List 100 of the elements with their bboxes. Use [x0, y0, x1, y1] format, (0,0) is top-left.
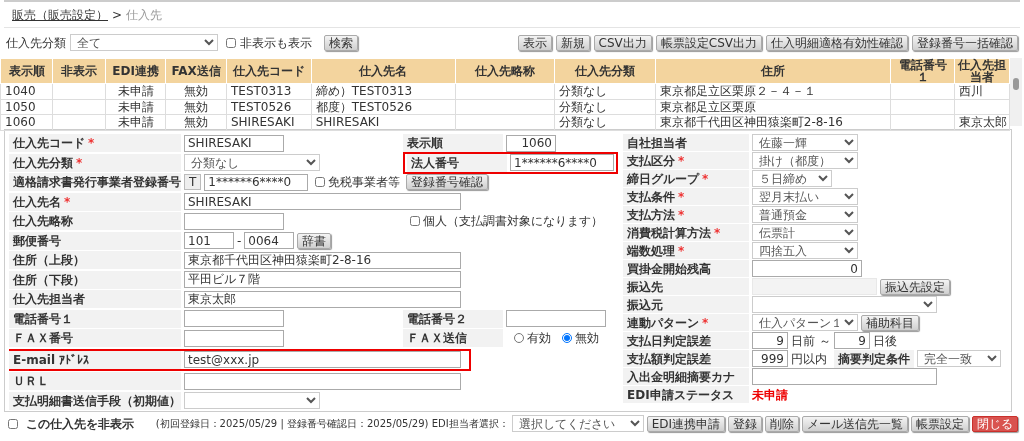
breadcrumb-current: 仕入先 [126, 8, 163, 22]
field-label: 端数処理 * [623, 242, 749, 260]
field-label: 支払明細書送信手段（初期値） [9, 391, 181, 410]
text-field[interactable]: test@xxx.jp [184, 351, 461, 369]
checkbox[interactable] [315, 177, 326, 188]
close-button[interactable]: 閉じる [972, 415, 1018, 432]
field-label: ＦＡＸ番号 [9, 329, 181, 348]
text-field[interactable]: 999 [752, 350, 788, 368]
checkbox[interactable] [410, 216, 420, 227]
toolbar-button[interactable]: 帳票設定CSV出力 [655, 34, 762, 51]
text-field[interactable]: 0 [752, 260, 862, 278]
field-label: 表示順 [403, 134, 503, 153]
column-header[interactable]: 仕入先略称 [455, 58, 555, 84]
column-header[interactable]: 仕入先分類 [554, 58, 656, 84]
text-field[interactable]: 東京都千代田区神田猿楽町2-8-16 [184, 251, 461, 269]
button[interactable]: 振込先設定 [880, 278, 950, 295]
field-label: 支払日判定誤差 [623, 332, 749, 350]
table-cell: 無効 [165, 83, 227, 100]
toolbar-button[interactable]: CSV出力 [593, 34, 652, 51]
scrollbar[interactable] [1010, 58, 1022, 127]
column-header[interactable]: FAX送信 [165, 58, 227, 84]
checkbox[interactable] [8, 418, 18, 429]
dropdown[interactable] [184, 392, 320, 410]
toolbar-button[interactable]: 仕入明細適格有効性確認 [766, 34, 908, 51]
table-cell: 東京都足立区栗原 [655, 99, 891, 115]
field-label: 仕入先分類 * [9, 153, 181, 172]
text-field[interactable] [184, 372, 461, 390]
field-label: 支払額判定誤差 [623, 350, 749, 368]
column-header[interactable]: 仕入先コード [226, 58, 312, 84]
radio-button[interactable] [514, 333, 524, 344]
field-label: EDI申請ステータス [623, 386, 749, 404]
text-field[interactable]: 1******6****0 [204, 173, 309, 191]
button[interactable]: 登録番号確認 [406, 174, 488, 191]
column-header[interactable]: 仕入先名 [311, 58, 456, 84]
field-label: 連動パターン * [623, 314, 749, 332]
button[interactable]: 登録 [728, 415, 762, 432]
dropdown[interactable]: 普通預金 [752, 206, 858, 224]
filter-label: 仕入先分類 [6, 35, 66, 51]
dropdown[interactable]: 選択してください [511, 415, 644, 433]
toolbar-button[interactable]: 登録番号一括確認 [912, 34, 1018, 51]
text-field[interactable]: 0064 [244, 232, 295, 250]
button[interactable]: 帳票設定 [911, 415, 969, 432]
dropdown[interactable]: 翌月末払い [752, 188, 858, 206]
column-header[interactable]: EDI連携 [105, 58, 166, 84]
text-field[interactable]: 9 [833, 332, 870, 350]
table-cell: 分類なし [554, 99, 656, 115]
dropdown[interactable]: ５日締め [752, 170, 832, 188]
text-field[interactable] [184, 310, 284, 328]
filter-dropdown[interactable]: 全て [70, 34, 218, 52]
table-cell: 東京太郎 [954, 114, 1010, 131]
field-label: 仕入先名 * [9, 192, 181, 211]
column-header[interactable]: 住所 [655, 58, 891, 84]
text-field[interactable] [752, 368, 937, 386]
text-field[interactable]: 9 [752, 332, 788, 350]
table-cell: 無効 [165, 114, 227, 131]
text-field[interactable] [506, 310, 606, 328]
table-cell: TEST0526 [226, 99, 312, 115]
dropdown[interactable]: 伝票計 [752, 224, 858, 242]
column-header[interactable]: 非表示 [52, 58, 106, 84]
radio-button[interactable] [562, 333, 572, 344]
text-field[interactable]: 平田ビル７階 [184, 271, 461, 289]
breadcrumb-link[interactable]: 販売（販売設定） [12, 8, 108, 22]
checkbox[interactable] [226, 37, 236, 48]
field-label: 支払条件 * [623, 188, 749, 206]
button[interactable]: 辞書 [297, 232, 332, 249]
field-label: 適格請求書発行事業者登録番号 [9, 173, 181, 192]
column-header[interactable]: 表示順 [0, 58, 53, 84]
text-field[interactable] [184, 212, 284, 230]
dropdown[interactable]: 四捨五入 [752, 242, 858, 260]
table-cell: 東京都足立区栗原２－４－１ [655, 83, 891, 100]
field-label: 郵便番号 [9, 231, 181, 250]
column-header[interactable]: 仕入先担当者 [954, 58, 1010, 84]
dropdown[interactable]: 完全一致 [917, 350, 1001, 368]
dropdown[interactable] [752, 296, 937, 314]
button[interactable]: 補助科目 [861, 314, 919, 331]
button[interactable]: メール送信先一覧 [802, 415, 908, 432]
column-header[interactable]: 電話番号１ [890, 58, 955, 84]
field-label: 電話番号２ [403, 309, 503, 328]
search-button[interactable]: 検索 [324, 34, 358, 51]
field-label: 支払方法 * [623, 206, 749, 224]
field-label: 住所（上段） [9, 251, 181, 270]
text-field[interactable]: SHIRESAKI [184, 134, 284, 152]
dropdown[interactable]: 分類なし [184, 154, 320, 172]
text-field[interactable]: 東京太郎 [184, 290, 461, 308]
field-label: 振込先 [623, 278, 749, 296]
table-cell: 分類なし [554, 114, 656, 131]
toolbar-button[interactable]: 新規 [555, 34, 590, 51]
checkbox-label: 免税事業者等 [328, 175, 401, 190]
dropdown[interactable]: 掛け（都度） [752, 152, 858, 170]
field-label: E-mail ｱﾄﾞﾚｽ [9, 350, 181, 369]
dropdown[interactable]: 佐藤一輝 [752, 134, 858, 152]
text-field[interactable]: 1******6****0 [510, 154, 614, 172]
text-field[interactable] [184, 329, 284, 347]
toolbar-button[interactable]: 表示 [517, 34, 552, 51]
text-field[interactable]: 101 [184, 232, 234, 250]
prefix-label: T [184, 174, 202, 191]
text-field[interactable]: SHIRESAKI [184, 193, 461, 211]
button[interactable]: 削除 [765, 415, 799, 432]
text-field[interactable]: 1060 [506, 134, 556, 152]
button[interactable]: EDI連携申請 [646, 415, 725, 432]
